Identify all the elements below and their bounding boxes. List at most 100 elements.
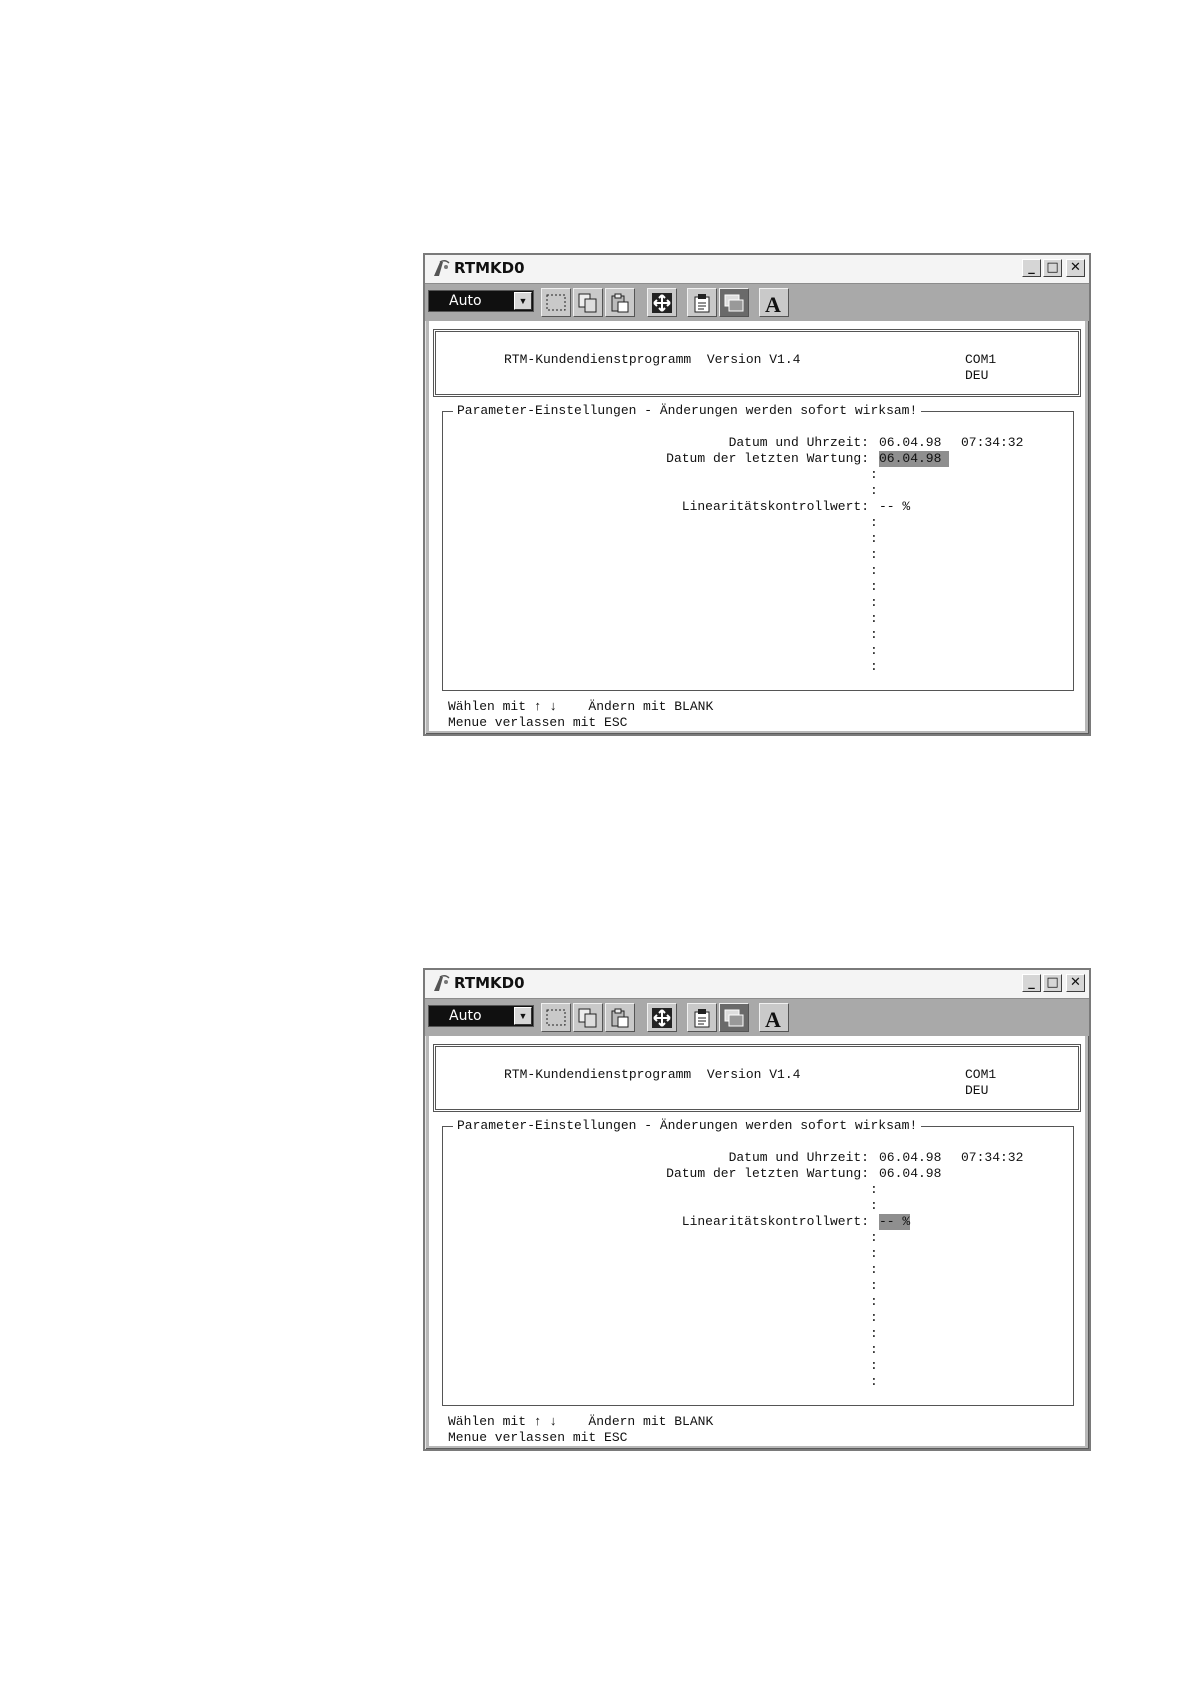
- date-value: 06.04.98: [879, 435, 942, 450]
- empty-row-colon: :: [870, 595, 878, 610]
- empty-row-colon: :: [870, 563, 878, 578]
- empty-row-colon: :: [870, 467, 878, 482]
- empty-row-colon: :: [870, 1342, 878, 1357]
- datetime-label: Datum und Uhrzeit:: [728, 1150, 869, 1165]
- fullscreen-icon: [652, 1008, 672, 1028]
- background-button[interactable]: [719, 288, 749, 317]
- copy-button[interactable]: [573, 1003, 603, 1032]
- font-button[interactable]: A: [759, 288, 789, 317]
- linearity-field[interactable]: -- %: [879, 1214, 911, 1230]
- paste-button[interactable]: [605, 288, 635, 317]
- svg-text:A: A: [765, 1007, 781, 1029]
- chevron-down-icon[interactable]: ▼: [514, 1007, 532, 1025]
- empty-row-colon: :: [870, 627, 878, 642]
- empty-row-colon: :: [870, 1326, 878, 1341]
- font-size-select[interactable]: Auto ▼: [428, 290, 534, 312]
- app-icon: [434, 259, 450, 276]
- toolbar: Auto ▼ A: [425, 283, 1089, 321]
- mark-button[interactable]: [541, 1003, 571, 1032]
- empty-row-colon: :: [870, 547, 878, 562]
- copy-icon: [578, 1008, 597, 1028]
- terminal-window-1: RTMKD0 _ □ ✕ Auto ▼ A RTM-Kundendienstpr…: [423, 253, 1091, 736]
- empty-row-colon: :: [870, 515, 878, 530]
- empty-row-colon: :: [870, 1246, 878, 1261]
- font-size-select[interactable]: Auto ▼: [428, 1005, 534, 1027]
- language-label: DEU: [965, 368, 989, 383]
- linearity-label: Linearitätskontrollwert:: [681, 1214, 869, 1229]
- font-size-value: Auto: [449, 1008, 482, 1024]
- parameter-panel: Parameter-Einstellungen - Änderungen wer…: [442, 1118, 1074, 1406]
- properties-button[interactable]: [687, 1003, 717, 1032]
- close-button[interactable]: ✕: [1066, 974, 1085, 992]
- empty-row-colon: :: [870, 611, 878, 626]
- maintenance-label: Datum der letzten Wartung:: [666, 451, 869, 466]
- minimize-button[interactable]: _: [1022, 259, 1041, 277]
- fullscreen-button[interactable]: [647, 288, 677, 317]
- paste-button[interactable]: [605, 1003, 635, 1032]
- font-icon: A: [765, 1007, 781, 1029]
- maintenance-field[interactable]: 06.04.98: [879, 1166, 941, 1182]
- time-value: 07:34:32: [961, 1150, 1024, 1165]
- parameter-panel: Parameter-Einstellungen - Änderungen wer…: [442, 403, 1074, 691]
- minimize-button[interactable]: _: [1022, 974, 1041, 992]
- maintenance-field[interactable]: 06.04.98: [879, 451, 950, 467]
- window-title: RTMKD0: [454, 259, 525, 277]
- properties-icon: [694, 294, 710, 313]
- empty-row-colon: :: [870, 1374, 878, 1389]
- terminal-window-2: RTMKD0 _ □ ✕ Auto ▼ A RTM-Kundendienstpr…: [423, 968, 1091, 1451]
- empty-row-colon: :: [870, 1310, 878, 1325]
- program-title: RTM-Kundendienstprogramm Version V1.4: [504, 1067, 801, 1082]
- empty-row-colon: :: [870, 1262, 878, 1277]
- maximize-button[interactable]: □: [1043, 259, 1062, 277]
- svg-text:A: A: [765, 292, 781, 314]
- maintenance-label: Datum der letzten Wartung:: [666, 1166, 869, 1181]
- copy-icon: [578, 293, 597, 313]
- close-button[interactable]: ✕: [1066, 259, 1085, 277]
- empty-row-colon: :: [870, 643, 878, 658]
- footer-hint-exit: Menue verlassen mit ESC: [448, 715, 628, 730]
- language-label: DEU: [965, 1083, 989, 1098]
- linearity-field[interactable]: -- %: [879, 499, 910, 515]
- fullscreen-button[interactable]: [647, 1003, 677, 1032]
- console-area: RTM-Kundendienstprogramm Version V1.4 CO…: [429, 321, 1085, 731]
- title-bar[interactable]: RTMKD0 _ □ ✕: [425, 970, 1089, 998]
- program-header: RTM-Kundendienstprogramm Version V1.4 CO…: [433, 329, 1081, 397]
- properties-button[interactable]: [687, 288, 717, 317]
- mark-icon: [546, 1009, 566, 1026]
- paste-icon: [611, 293, 629, 313]
- panel-title: Parameter-Einstellungen - Änderungen wer…: [453, 1118, 922, 1134]
- time-value: 07:34:32: [961, 435, 1024, 450]
- footer-hint-select: Wählen mit ↑ ↓ Ändern mit BLANK: [448, 699, 714, 714]
- port-label: COM1: [965, 1067, 997, 1082]
- properties-icon: [694, 1009, 710, 1028]
- date-value: 06.04.98: [879, 1150, 942, 1165]
- empty-row-colon: :: [870, 1182, 878, 1197]
- font-size-value: Auto: [449, 293, 482, 309]
- background-button[interactable]: [719, 1003, 749, 1032]
- chevron-down-icon[interactable]: ▼: [514, 292, 532, 310]
- maximize-button[interactable]: □: [1043, 974, 1062, 992]
- font-icon: A: [765, 292, 781, 314]
- app-icon: [434, 974, 450, 991]
- linearity-label: Linearitätskontrollwert:: [681, 499, 869, 514]
- program-header: RTM-Kundendienstprogramm Version V1.4 CO…: [433, 1044, 1081, 1112]
- empty-row-colon: :: [870, 1198, 878, 1213]
- footer-hint-exit: Menue verlassen mit ESC: [448, 1430, 628, 1445]
- paste-icon: [611, 1008, 629, 1028]
- mark-icon: [546, 294, 566, 311]
- copy-button[interactable]: [573, 288, 603, 317]
- mark-button[interactable]: [541, 288, 571, 317]
- empty-row-colon: :: [870, 579, 878, 594]
- empty-row-colon: :: [870, 1230, 878, 1245]
- empty-row-colon: :: [870, 1358, 878, 1373]
- font-button[interactable]: A: [759, 1003, 789, 1032]
- background-icon: [724, 294, 744, 312]
- fullscreen-icon: [652, 293, 672, 313]
- datetime-label: Datum und Uhrzeit:: [728, 435, 869, 450]
- empty-row-colon: :: [870, 1294, 878, 1309]
- background-icon: [724, 1009, 744, 1027]
- empty-row-colon: :: [870, 659, 878, 674]
- title-bar[interactable]: RTMKD0 _ □ ✕: [425, 255, 1089, 283]
- footer-hint-select: Wählen mit ↑ ↓ Ändern mit BLANK: [448, 1414, 714, 1429]
- program-title: RTM-Kundendienstprogramm Version V1.4: [504, 352, 801, 367]
